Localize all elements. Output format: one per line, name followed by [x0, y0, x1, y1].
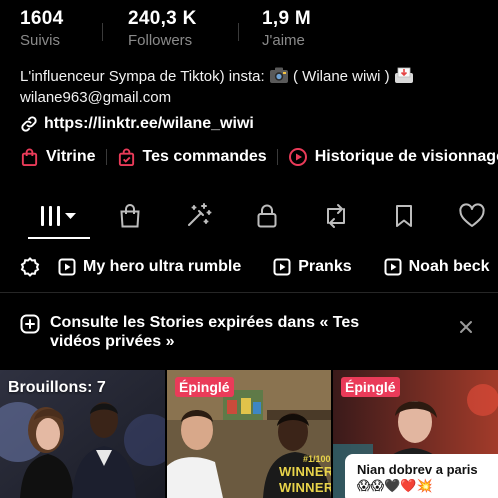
stat-divider [102, 23, 103, 41]
profile-tabs [0, 196, 498, 240]
shop-divider [276, 149, 278, 165]
notice-line-1: Consulte les Stories expirées dans « Tes [50, 314, 360, 331]
video-grid: Brouillons: 7 Épinglé #1/100 WINNER WINN… [0, 370, 498, 498]
shirt-print-text: WINNER [279, 480, 331, 495]
video-caption-emojis: 😱😱🖤❤️💥 [357, 478, 433, 493]
orders-button[interactable]: Tes commandes [117, 147, 267, 167]
close-icon[interactable] [458, 319, 474, 335]
drafts-tile[interactable]: Brouillons: 7 [0, 370, 165, 498]
playlist-chip[interactable]: Pranks [273, 258, 352, 276]
tab-private[interactable] [237, 196, 297, 236]
link-icon [21, 116, 37, 132]
lock-icon [257, 204, 277, 228]
bio-link[interactable]: https://linktr.ee/wilane_wiwi [20, 113, 254, 135]
profile-stats: 1604 Suivis 240,3 K Followers 1,9 M J'ai… [20, 8, 498, 52]
video-caption-box: Nian dobrev a paris 😱😱🖤❤️💥 [345, 454, 498, 498]
bio-text: L'influenceur Sympa de Tiktok) insta: [20, 68, 265, 85]
orders-label: Tes commandes [142, 148, 267, 165]
tab-liked[interactable] [442, 196, 498, 236]
playlist-chip[interactable]: My hero ultra rumble [58, 258, 241, 276]
stat-following[interactable]: 1604 Suivis [20, 8, 63, 51]
vitrine-button[interactable]: Vitrine [20, 147, 96, 167]
notice-text: Consulte les Stories expirées dans « Tes… [50, 313, 359, 351]
expired-stories-notice[interactable]: Consulte les Stories expirées dans « Tes… [20, 313, 450, 351]
camera-emoji-icon [269, 67, 288, 83]
stat-followers-label: Followers [128, 32, 193, 49]
tab-favorites[interactable] [374, 196, 434, 236]
stat-following-label: Suivis [20, 32, 61, 49]
tab-videos[interactable] [28, 196, 90, 236]
video-grid-dropdown-icon [41, 206, 76, 226]
profile-bio: L'influenceur Sympa de Tiktok) insta: ( … [20, 66, 488, 108]
playlist-play-icon [273, 258, 291, 276]
shopping-bag-icon [21, 148, 38, 167]
bookmark-icon [396, 205, 412, 227]
tab-reposts[interactable] [306, 196, 366, 236]
stat-likes-value: 1,9 M [262, 8, 312, 29]
order-bag-check-icon [118, 148, 134, 167]
shopping-bag-icon [120, 204, 140, 228]
bio-email: wilane963@gmail.com [20, 89, 172, 106]
shirt-print-text: WINNER [279, 464, 331, 479]
stat-followers[interactable]: 240,3 K Followers [128, 8, 197, 51]
watch-history-button[interactable]: Historique de visionnage [288, 147, 498, 167]
pinned-badge: Épinglé [175, 377, 234, 397]
settings-gear-icon [20, 257, 40, 277]
stat-likes-label: J'aime [262, 32, 305, 49]
shop-divider [105, 149, 107, 165]
shop-row: Vitrine Tes commandes Historique de visi… [20, 144, 498, 170]
stat-following-value: 1604 [20, 8, 64, 29]
bio-link-text: https://linktr.ee/wilane_wiwi [44, 115, 254, 132]
playlist-settings-button[interactable] [20, 257, 40, 277]
section-divider [0, 292, 498, 293]
video-caption-line1: Nian dobrev a paris [357, 462, 478, 477]
stat-followers-value: 240,3 K [128, 8, 197, 29]
playlist-play-icon [384, 258, 402, 276]
bio-line-1: L'influenceur Sympa de Tiktok) insta: ( … [20, 66, 488, 87]
shirt-number-text: #1/100 [303, 454, 331, 464]
active-tab-indicator [28, 237, 90, 239]
bio-text-tail: ( Wilane wiwi ) [293, 68, 390, 85]
playlist-label: My hero ultra rumble [83, 258, 242, 275]
play-circle-icon [288, 148, 307, 166]
playlist-label: Noah beck [408, 258, 490, 275]
playlist-play-icon [58, 258, 76, 276]
stat-likes[interactable]: 1,9 M J'aime [262, 8, 311, 51]
add-story-icon [20, 314, 40, 334]
repost-icon [327, 204, 345, 228]
pinned-video-tile[interactable]: Épinglé #1/100 WINNER WINNER [167, 370, 331, 498]
magic-wand-icon [188, 203, 212, 226]
playlist-row: My hero ultra rumble Pranks Noah beck [0, 252, 498, 282]
pinned-badge: Épinglé [341, 377, 400, 397]
heart-icon [459, 203, 485, 227]
pinned-video-tile[interactable]: Épinglé Nian dobrev a paris 😱😱🖤❤️💥 [333, 370, 498, 498]
notice-line-2: vidéos privées » [50, 333, 175, 350]
drafts-count-label: Brouillons: 7 [8, 379, 106, 396]
tab-effects[interactable] [168, 196, 228, 236]
stat-divider [238, 23, 239, 41]
inbox-tray-emoji-icon [394, 67, 413, 83]
playlist-label: Pranks [298, 258, 352, 275]
vitrine-label: Vitrine [46, 148, 96, 165]
playlist-chip[interactable]: Noah beck [384, 258, 490, 276]
watch-history-label: Historique de visionnage [314, 148, 498, 165]
tab-shop[interactable] [100, 196, 160, 236]
